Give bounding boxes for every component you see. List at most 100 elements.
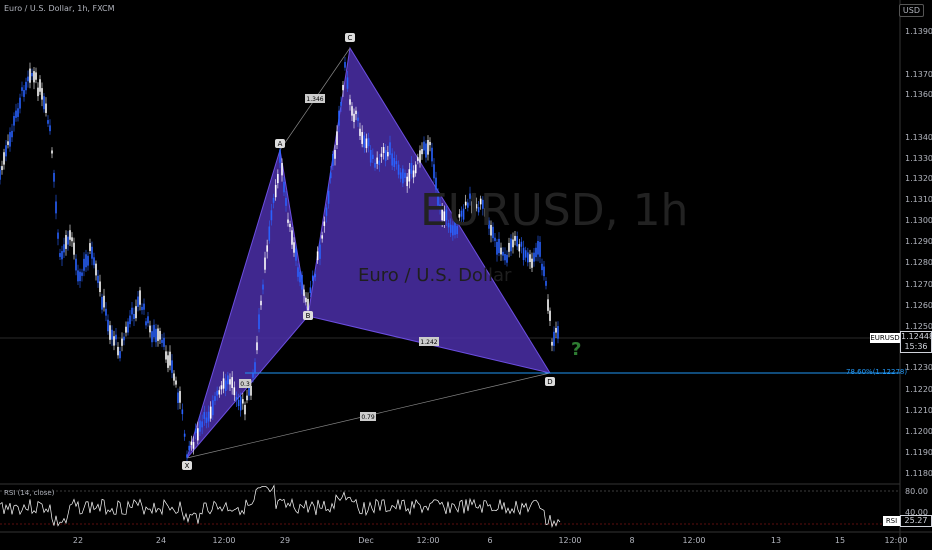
candle-body xyxy=(285,197,287,206)
candle-body xyxy=(510,238,512,252)
price-axis[interactable]: 1.13900 1.13700 1.13600 1.13400 1.13300 1.132… xyxy=(905,27,932,478)
time-tick: 22 xyxy=(73,536,83,545)
candle-body xyxy=(205,417,208,424)
candle-body xyxy=(31,73,33,77)
candle-body xyxy=(295,248,297,261)
candle-body xyxy=(365,138,368,149)
candle-body xyxy=(218,390,221,395)
candle-body xyxy=(353,113,355,122)
candle-body xyxy=(151,331,153,343)
price-tick: 1.13900 xyxy=(905,27,932,36)
time-axis[interactable]: 22 24 12:00 29 Dec 12:00 6 12:00 8 12:00 13 15 12:00 xyxy=(73,536,908,545)
candle-body xyxy=(419,150,421,163)
candle-body xyxy=(73,242,75,255)
candle-body xyxy=(329,172,332,179)
candle-body xyxy=(307,299,309,311)
candle-body xyxy=(361,132,363,144)
candle-body xyxy=(69,230,71,240)
candle-body xyxy=(175,380,177,385)
candle-body xyxy=(496,241,498,255)
candle-body xyxy=(279,149,281,163)
candle-body xyxy=(57,232,59,239)
pattern-point-a[interactable]: A xyxy=(275,139,285,148)
candle-body xyxy=(551,341,553,346)
pattern-point-x[interactable]: X xyxy=(182,461,192,470)
symbol-title[interactable]: Euro / U.S. Dollar, 1h, FXCM xyxy=(4,4,115,13)
candle-body xyxy=(194,428,197,434)
candle-body xyxy=(553,331,555,346)
svg-text:C: C xyxy=(348,34,353,42)
candle-body xyxy=(33,71,35,83)
candle-body xyxy=(258,314,260,330)
candle-body xyxy=(539,241,541,257)
candle-body xyxy=(207,411,210,422)
candle-body xyxy=(494,237,496,241)
candle-body xyxy=(504,254,506,261)
candle-body xyxy=(254,362,256,373)
time-tick: 15 xyxy=(835,536,845,545)
candle-body xyxy=(518,244,521,252)
candle-body xyxy=(0,170,1,180)
candle-body xyxy=(113,336,115,346)
candle-body xyxy=(61,251,63,260)
candle-body xyxy=(312,275,314,281)
candle-body xyxy=(127,321,129,333)
candle-body xyxy=(107,319,109,332)
candle-body xyxy=(81,272,83,276)
rsi-title[interactable]: RSI (14, close) xyxy=(4,489,54,497)
candle-body xyxy=(197,428,199,441)
candle-body xyxy=(85,254,87,268)
candle-body xyxy=(244,404,246,415)
candle-body xyxy=(305,297,307,303)
candle-body xyxy=(95,263,97,276)
candle-body xyxy=(27,76,29,82)
candle-body xyxy=(512,239,514,248)
candle-body xyxy=(7,141,9,145)
candle-body xyxy=(133,313,135,319)
price-tick: 1.12000 xyxy=(905,427,932,436)
candle-body xyxy=(266,245,268,252)
rsi-value: 25.27 xyxy=(900,515,932,527)
candle-body xyxy=(53,172,55,182)
candle-body xyxy=(188,445,190,451)
candle-body xyxy=(233,387,236,396)
candle-body xyxy=(299,271,301,283)
candle-body xyxy=(115,334,117,340)
candle-body xyxy=(417,157,419,161)
candle-body xyxy=(397,164,400,175)
candle-body xyxy=(145,321,147,326)
time-tick: 29 xyxy=(280,536,290,545)
svg-text:1.346: 1.346 xyxy=(306,96,323,103)
candle-body xyxy=(242,399,244,404)
candle-body xyxy=(531,258,533,268)
svg-text:1.242: 1.242 xyxy=(420,339,437,346)
price-tick: 1.13200 xyxy=(905,174,932,183)
pattern-point-c[interactable]: C xyxy=(345,33,355,42)
candle-body xyxy=(349,99,351,105)
pattern-point-d[interactable]: D xyxy=(545,377,555,386)
candle-body xyxy=(399,172,402,179)
candle-body xyxy=(508,242,510,252)
candle-body xyxy=(529,254,531,262)
candle-body xyxy=(190,441,193,445)
candle-body xyxy=(340,101,342,106)
price-tick: 1.13000 xyxy=(905,216,932,225)
candle-body xyxy=(314,274,316,278)
candle-body xyxy=(391,153,393,166)
candle-body xyxy=(21,87,23,91)
currency-button[interactable]: USD xyxy=(898,4,924,17)
pattern-point-b[interactable]: B xyxy=(303,311,313,320)
candle-body xyxy=(186,454,188,458)
candle-body xyxy=(374,162,376,168)
time-tick: 8 xyxy=(629,536,634,545)
price-tick: 1.13700 xyxy=(905,70,932,79)
candle-body xyxy=(547,299,549,311)
candle-body xyxy=(1,166,3,171)
time-tick: Dec xyxy=(358,536,373,545)
candle-body xyxy=(192,442,195,449)
candle-body xyxy=(131,307,133,315)
candle-body xyxy=(11,130,13,138)
candle-body xyxy=(277,174,279,184)
candle-body xyxy=(237,399,240,407)
candle-body xyxy=(71,237,73,242)
